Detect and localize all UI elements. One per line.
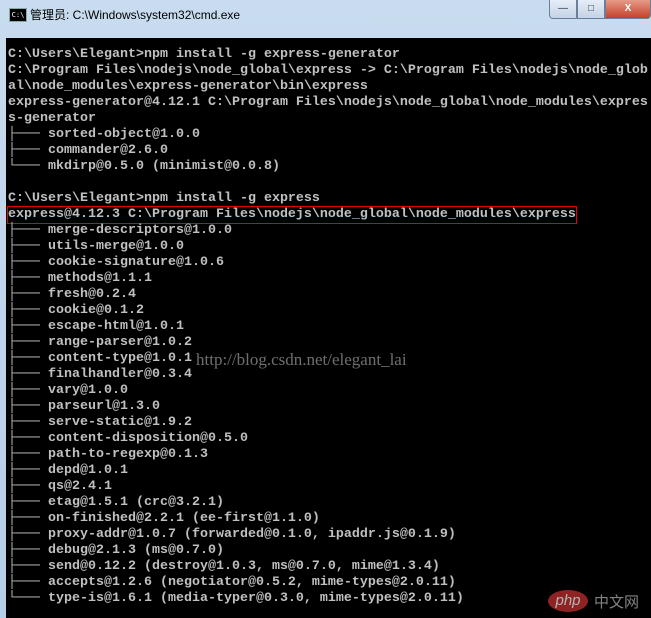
console-line: s-generator	[8, 111, 648, 127]
console-line-text: ├─── commander@2.6.0	[8, 143, 168, 158]
console-line-text: ├─── path-to-regexp@0.1.3	[8, 447, 208, 462]
minimize-button[interactable]: —	[549, 0, 577, 19]
console-line-text: ├─── content-disposition@0.5.0	[8, 431, 248, 446]
console-line: C:\Users\Elegant>npm install -g express	[8, 191, 648, 207]
console-line: ├─── qs@2.4.1	[8, 479, 648, 495]
console-line-text: al\node_modules\express-generator\bin\ex…	[8, 79, 368, 94]
console-line-text: ├─── escape-html@1.0.1	[8, 319, 184, 334]
console-line-text: ├─── fresh@0.2.4	[8, 287, 136, 302]
console-line: └─── mkdirp@0.5.0 (minimist@0.0.8)	[8, 159, 648, 175]
console-line: ├─── proxy-addr@1.0.7 (forwarded@0.1.0, …	[8, 527, 648, 543]
console-line-text: ├─── content-type@1.0.1	[8, 351, 192, 366]
console-line-text: ├─── depd@1.0.1	[8, 463, 128, 478]
cmd-window: C:\ 管理员: C:\Windows\system32\cmd.exe — □…	[0, 0, 651, 618]
console-line-text: └─── type-is@1.6.1 (media-typer@0.3.0, m…	[8, 591, 464, 606]
console-line-text: ├─── methods@1.1.1	[8, 271, 152, 286]
php-cn-logo: php 中文网	[548, 590, 639, 612]
close-button[interactable]: X	[605, 0, 651, 19]
php-logo-mark: php	[548, 590, 588, 612]
console-line: ├─── send@0.12.2 (destroy@1.0.3, ms@0.7.…	[8, 559, 648, 575]
console-line-text: C:\Users\Elegant>npm install -g express	[8, 191, 320, 206]
console-line-text: ├─── etag@1.5.1 (crc@3.2.1)	[8, 495, 224, 510]
console-line-text: ├─── accepts@1.2.6 (negotiator@0.5.2, mi…	[8, 575, 456, 590]
console-line: C:\Users\Elegant>npm install -g express-…	[8, 47, 648, 63]
console-line-text: └─── mkdirp@0.5.0 (minimist@0.0.8)	[8, 159, 280, 174]
title-bar[interactable]: C:\ 管理员: C:\Windows\system32\cmd.exe — □…	[0, 0, 651, 34]
console-line-text: express-generator@4.12.1 C:\Program File…	[8, 95, 648, 110]
console-line: ├─── range-parser@1.0.2	[8, 335, 648, 351]
console-line: ├─── cookie-signature@1.0.6	[8, 255, 648, 271]
console-line: ├─── debug@2.1.3 (ms@0.7.0)	[8, 543, 648, 559]
console-line: express-generator@4.12.1 C:\Program File…	[8, 95, 648, 111]
console-line-text: ├─── range-parser@1.0.2	[8, 335, 192, 350]
console-line: ├─── accepts@1.2.6 (negotiator@0.5.2, mi…	[8, 575, 648, 591]
console-line-text: C:\Users\Elegant>npm install -g express-…	[8, 47, 400, 62]
php-logo-text: 中文网	[594, 593, 640, 611]
console-line: ├─── etag@1.5.1 (crc@3.2.1)	[8, 495, 648, 511]
highlighted-line-text: express@4.12.3 C:\Program Files\nodejs\n…	[7, 206, 577, 224]
console-line: ├─── content-disposition@0.5.0	[8, 431, 648, 447]
console-line-text: ├─── sorted-object@1.0.0	[8, 127, 200, 142]
console-line: ├─── sorted-object@1.0.0	[8, 127, 648, 143]
console-line-text: ├─── merge-descriptors@1.0.0	[8, 223, 232, 238]
console-line: ├─── parseurl@1.3.0	[8, 399, 648, 415]
console-lines: C:\Users\Elegant>npm install -g express-…	[7, 47, 648, 607]
console-output[interactable]: C:\Users\Elegant>npm install -g express-…	[6, 38, 651, 618]
console-line-text: ├─── cookie@0.1.2	[8, 303, 144, 318]
console-line: ├─── vary@1.0.0	[8, 383, 648, 399]
console-line: C:\Program Files\nodejs\node_global\expr…	[8, 63, 648, 79]
maximize-button[interactable]: □	[577, 0, 605, 19]
console-line: ├─── merge-descriptors@1.0.0	[8, 223, 648, 239]
console-line-text: ├─── parseurl@1.3.0	[8, 399, 160, 414]
console-line: ├─── escape-html@1.0.1	[8, 319, 648, 335]
cmd-app-icon[interactable]: C:\	[9, 8, 27, 22]
window-title: 管理员: C:\Windows\system32\cmd.exe	[30, 8, 241, 22]
console-line: ├─── commander@2.6.0	[8, 143, 648, 159]
console-line-text: ├─── serve-static@1.9.2	[8, 415, 192, 430]
console-line: ├─── cookie@0.1.2	[8, 303, 648, 319]
console-line-text: ├─── vary@1.0.0	[8, 383, 128, 398]
console-line: express@4.12.3 C:\Program Files\nodejs\n…	[7, 206, 648, 224]
console-line-text: ├─── finalhandler@0.3.4	[8, 367, 192, 382]
console-line-text: ├─── qs@2.4.1	[8, 479, 112, 494]
console-line: ├─── fresh@0.2.4	[8, 287, 648, 303]
console-line-text: ├─── utils-merge@1.0.0	[8, 239, 184, 254]
console-line: ├─── depd@1.0.1	[8, 463, 648, 479]
console-line: ├─── serve-static@1.9.2	[8, 415, 648, 431]
console-line: ├─── utils-merge@1.0.0	[8, 239, 648, 255]
blog-watermark: http://blog.csdn.net/elegant_lai	[196, 350, 407, 369]
console-line: al\node_modules\express-generator\bin\ex…	[8, 79, 648, 95]
console-line: ├─── on-finished@2.2.1 (ee-first@1.1.0)	[8, 511, 648, 527]
console-line-text: ├─── debug@2.1.3 (ms@0.7.0)	[8, 543, 224, 558]
console-line-text: ├─── on-finished@2.2.1 (ee-first@1.1.0)	[8, 511, 320, 526]
console-line-text: s-generator	[8, 111, 96, 126]
console-line-text: ├─── proxy-addr@1.0.7 (forwarded@0.1.0, …	[8, 527, 456, 542]
console-line: ├─── path-to-regexp@0.1.3	[8, 447, 648, 463]
console-line-text: ├─── cookie-signature@1.0.6	[8, 255, 224, 270]
console-line: ├─── methods@1.1.1	[8, 271, 648, 287]
console-line-text: ├─── send@0.12.2 (destroy@1.0.3, ms@0.7.…	[8, 559, 440, 574]
console-line-text: C:\Program Files\nodejs\node_global\expr…	[8, 63, 648, 78]
